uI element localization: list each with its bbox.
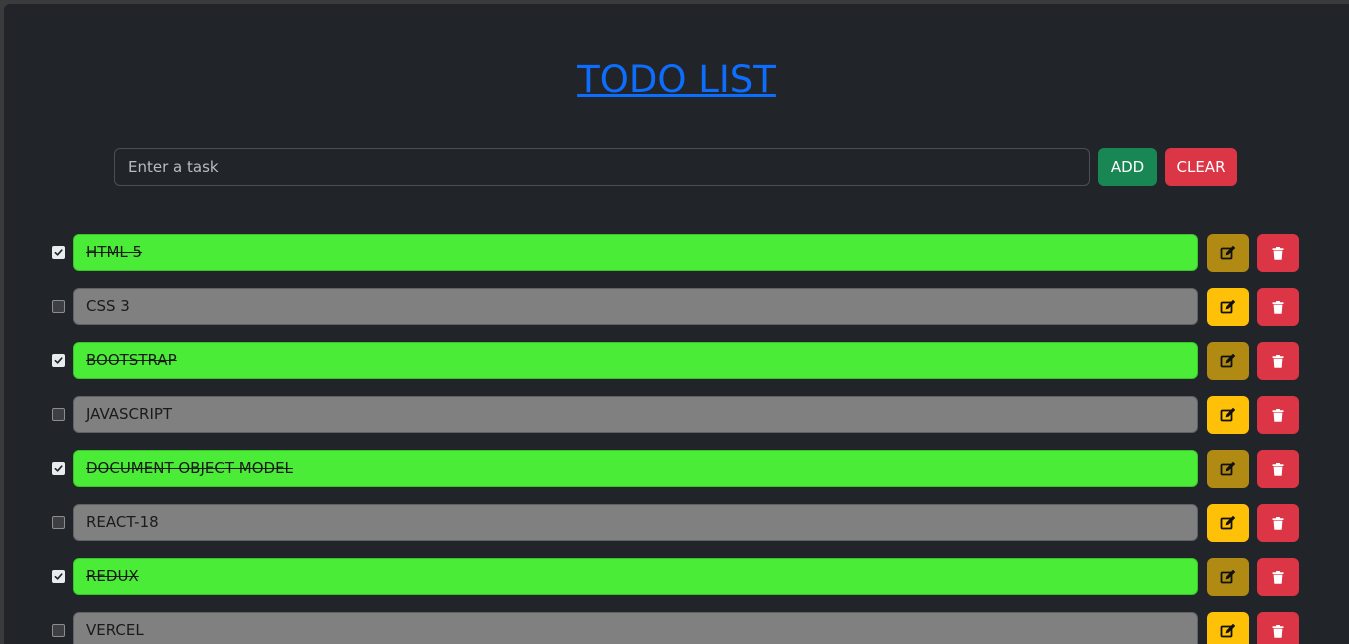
edit-icon — [1220, 353, 1236, 368]
checkmark-icon — [54, 573, 63, 580]
edit-task-button[interactable] — [1207, 342, 1249, 380]
task-checkbox[interactable] — [52, 570, 65, 583]
task-checkbox[interactable] — [52, 462, 65, 475]
add-button[interactable]: ADD — [1098, 148, 1157, 186]
checkmark-icon — [54, 249, 63, 256]
edit-task-button[interactable] — [1207, 396, 1249, 434]
edit-task-button[interactable] — [1207, 504, 1249, 542]
trash-icon — [1272, 246, 1284, 260]
trash-icon — [1272, 300, 1284, 314]
edit-icon — [1220, 245, 1236, 260]
edit-icon — [1220, 461, 1236, 476]
task-checkbox[interactable] — [52, 408, 65, 421]
task-text[interactable]: JAVASCRIPT — [73, 396, 1198, 433]
task-input[interactable] — [114, 148, 1090, 186]
trash-icon — [1272, 570, 1284, 584]
task-text[interactable]: HTML 5 — [73, 234, 1198, 271]
trash-icon — [1272, 516, 1284, 530]
delete-task-button[interactable] — [1257, 450, 1299, 488]
edit-icon — [1220, 515, 1236, 530]
edit-task-button[interactable] — [1207, 288, 1249, 326]
delete-task-button[interactable] — [1257, 288, 1299, 326]
task-checkbox[interactable] — [52, 354, 65, 367]
task-row: REACT-18 — [4, 504, 1349, 542]
todo-app: TODO LIST ADD CLEAR HTML 5 CSS 3 BOOTSTRAP… — [4, 4, 1349, 644]
task-checkbox[interactable] — [52, 300, 65, 313]
task-row: DOCUMENT OBJECT MODEL — [4, 450, 1349, 488]
edit-icon — [1220, 299, 1236, 314]
task-text[interactable]: DOCUMENT OBJECT MODEL — [73, 450, 1198, 487]
delete-task-button[interactable] — [1257, 234, 1299, 272]
task-checkbox[interactable] — [52, 516, 65, 529]
edit-icon — [1220, 569, 1236, 584]
delete-task-button[interactable] — [1257, 504, 1299, 542]
edit-icon — [1220, 407, 1236, 422]
page-title[interactable]: TODO LIST — [4, 56, 1349, 104]
edit-task-button[interactable] — [1207, 234, 1249, 272]
task-row: BOOTSTRAP — [4, 342, 1349, 380]
task-row: JAVASCRIPT — [4, 396, 1349, 434]
trash-icon — [1272, 624, 1284, 638]
task-text[interactable]: CSS 3 — [73, 288, 1198, 325]
task-row: CSS 3 — [4, 288, 1349, 326]
trash-icon — [1272, 462, 1284, 476]
delete-task-button[interactable] — [1257, 558, 1299, 596]
task-row: VERCEL — [4, 612, 1349, 644]
delete-task-button[interactable] — [1257, 396, 1299, 434]
task-row: HTML 5 — [4, 234, 1349, 272]
trash-icon — [1272, 408, 1284, 422]
task-row: REDUX — [4, 558, 1349, 596]
task-text[interactable]: VERCEL — [73, 612, 1198, 644]
delete-task-button[interactable] — [1257, 342, 1299, 380]
trash-icon — [1272, 354, 1284, 368]
edit-task-button[interactable] — [1207, 450, 1249, 488]
delete-task-button[interactable] — [1257, 612, 1299, 644]
checkmark-icon — [54, 465, 63, 472]
checkmark-icon — [54, 357, 63, 364]
edit-icon — [1220, 623, 1236, 638]
task-checkbox[interactable] — [52, 624, 65, 637]
task-text[interactable]: REDUX — [73, 558, 1198, 595]
edit-task-button[interactable] — [1207, 558, 1249, 596]
task-text[interactable]: REACT-18 — [73, 504, 1198, 541]
edit-task-button[interactable] — [1207, 612, 1249, 644]
clear-button[interactable]: CLEAR — [1165, 148, 1237, 186]
task-text[interactable]: BOOTSTRAP — [73, 342, 1198, 379]
task-checkbox[interactable] — [52, 246, 65, 259]
